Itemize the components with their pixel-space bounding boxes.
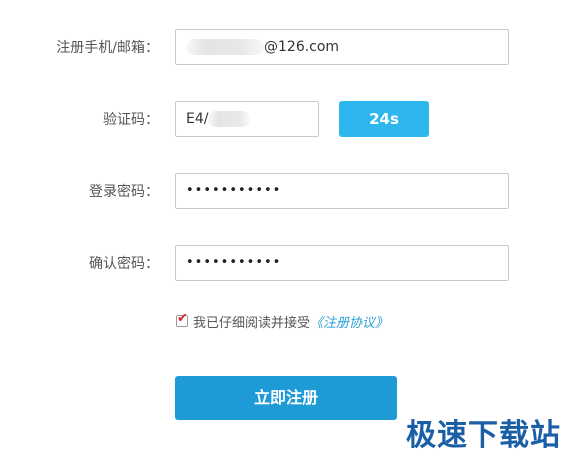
email-field[interactable]: @126.com xyxy=(175,29,509,65)
agree-checkbox[interactable]: ✔ xyxy=(176,311,188,327)
masked-text xyxy=(208,111,251,127)
verification-code-field[interactable]: E4/ xyxy=(175,101,319,137)
checkmark-icon: ✔ xyxy=(177,311,188,326)
resend-code-countdown-button[interactable]: 24s xyxy=(339,101,429,137)
masked-text xyxy=(186,39,264,55)
code-label: 验证码： xyxy=(103,112,159,128)
email-label: 注册手机/邮箱： xyxy=(56,40,159,56)
email-value-suffix: @126.com xyxy=(264,39,340,55)
watermark-logo: 极速下载站 xyxy=(406,418,561,453)
password-label: 登录密码： xyxy=(89,184,159,200)
code-value-prefix: E4/ xyxy=(186,111,209,127)
terms-link[interactable]: 《注册协议》 xyxy=(310,312,388,331)
register-button[interactable]: 立即注册 xyxy=(175,376,397,420)
confirm-password-field[interactable]: ••••••••••• xyxy=(175,245,509,281)
agree-text: 我已仔细阅读并接受 xyxy=(193,315,311,331)
confirm-password-label: 确认密码： xyxy=(89,256,159,272)
agreement-row: ✔ 我已仔细阅读并接受 《注册协议》 xyxy=(176,311,388,331)
password-field[interactable]: ••••••••••• xyxy=(175,173,509,209)
